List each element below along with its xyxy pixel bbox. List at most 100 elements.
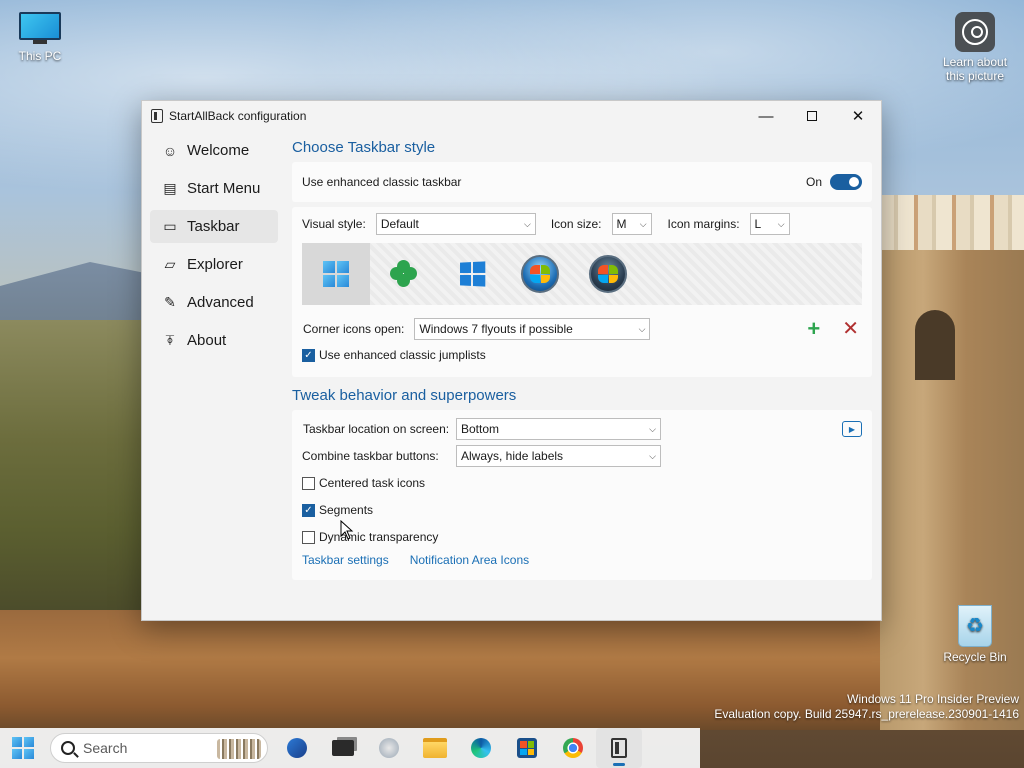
clover-icon [390,260,418,288]
jumplists-label: Use enhanced classic jumplists [319,348,486,362]
insider-icon [287,738,307,758]
style-option-windows-7[interactable] [506,243,574,305]
play-icon[interactable]: ▶ [842,421,862,437]
close-button[interactable]: ✕ [835,101,881,131]
desktop-icon-label: This PC [18,49,62,63]
taskbar-icon: ▭ [163,218,177,234]
taskbar-search-box[interactable]: Search [50,733,268,763]
combine-value: Always, hide labels [461,449,564,463]
taskbar-app-file-explorer[interactable] [412,728,458,768]
taskbar-app-chrome[interactable] [550,728,596,768]
style-option-windows-10[interactable] [438,243,506,305]
enhanced-taskbar-toggle[interactable] [830,174,862,190]
location-value: Bottom [461,422,500,436]
style-option-clover[interactable] [370,243,438,305]
icon-size-select[interactable]: M ⌵ [611,213,652,235]
minimize-button[interactable]: — [743,101,789,131]
search-icon [61,741,75,755]
os-taskbar: Search [0,728,700,768]
task-view-icon [332,740,354,756]
section-title-tweaks: Tweak behavior and superpowers [292,387,517,404]
taskbar-app-startallback[interactable] [596,728,642,768]
windows-7-orb-icon [521,255,559,293]
taskbar-task-view[interactable] [320,728,366,768]
sidebar-item-start-menu[interactable]: ▤ Start Menu [150,172,278,205]
add-icon[interactable]: + [807,318,820,340]
window-title: StartAllBack configuration [169,109,307,123]
settings-content: Choose Taskbar style Use enhanced classi… [292,134,872,585]
windows-vista-orb-icon [589,255,627,293]
sidebar: ☺ Welcome ▤ Start Menu ▭ Taskbar ▱ Explo… [150,134,278,362]
sidebar-item-welcome[interactable]: ☺ Welcome [150,134,278,167]
style-option-windows-11[interactable] [302,243,370,305]
sidebar-item-taskbar[interactable]: ▭ Taskbar [150,210,278,243]
file-explorer-icon [423,738,447,758]
maximize-button[interactable] [789,101,835,131]
close-icon: ✕ [851,108,865,125]
startallback-icon [611,738,627,758]
taskbar-app-store[interactable] [504,728,550,768]
desktop-icon-this-pc[interactable]: This PC [0,12,80,63]
combine-buttons-select[interactable]: Always, hide labels ⌵ [456,445,661,467]
visual-style-card: Visual style: Default ⌵ Icon size: M ⌵ I… [292,207,872,377]
desktop-icon-label: Learn about this picture [942,55,1008,83]
icon-size-value: M [616,217,627,231]
windows-10-icon [460,261,486,287]
chevron-down-icon: ⌵ [777,218,785,229]
combine-label: Combine taskbar buttons: [302,449,439,463]
jumplists-checkbox[interactable]: ✓ [302,348,315,362]
desktop-icon-recycle-bin[interactable]: ♻ Recycle Bin [935,605,1015,664]
icon-margins-select[interactable]: L ⌵ [749,213,790,235]
icon-margins-value: L [754,217,762,231]
sidebar-item-label: About [187,332,227,349]
visual-style-label: Visual style: [302,217,366,231]
style-option-windows-vista[interactable] [574,243,642,305]
location-label: Taskbar location on screen: [303,422,450,436]
startallback-app-icon [151,109,163,123]
about-icon: ⍕ [165,332,175,348]
visual-style-select[interactable]: Default ⌵ [375,213,536,235]
edge-icon [471,738,491,758]
toggle-state-label: On [805,175,822,189]
dynamic-transparency-checkbox[interactable] [302,530,315,544]
chevron-down-icon: ⌵ [649,450,656,461]
wallpaper-town [880,195,1024,275]
wallpaper-valley [0,320,150,620]
centered-icons-label: Centered task icons [319,476,426,490]
camera-icon [955,12,995,52]
minimize-icon: — [758,107,774,125]
sidebar-item-label: Taskbar [187,218,240,235]
corner-icons-value: Windows 7 flyouts if possible [419,322,573,336]
monitor-icon [19,12,61,46]
search-placeholder: Search [83,740,128,756]
explorer-icon: ▱ [164,256,176,272]
title-bar[interactable]: StartAllBack configuration — ✕ [142,101,881,131]
centered-icons-checkbox[interactable] [302,476,315,490]
sidebar-item-advanced[interactable]: ✎ Advanced [150,286,278,319]
notification-area-icons-link[interactable]: Notification Area Icons [410,553,529,567]
taskbar-settings-link[interactable]: Taskbar settings [302,553,389,567]
enhanced-taskbar-card: Use enhanced classic taskbar On [292,162,872,202]
sidebar-item-about[interactable]: ⍕ About [150,324,278,357]
desktop-icon-learn-about-picture[interactable]: Learn about this picture [935,12,1015,83]
taskbar-app-insider[interactable] [274,728,320,768]
wrench-icon: ✎ [164,294,176,310]
taskbar-location-select[interactable]: Bottom ⌵ [456,418,661,440]
chevron-down-icon: ⌵ [638,323,646,334]
maximize-icon [807,111,817,121]
desktop-icon-label: Recycle Bin [943,650,1007,664]
tweaks-card: Taskbar location on screen: Bottom ⌵ ▶ C… [292,410,872,580]
startallback-config-window: StartAllBack configuration — ✕ ☺ Welcome… [141,100,882,621]
sidebar-item-label: Start Menu [187,180,261,197]
segments-checkbox[interactable]: ✓ [302,503,315,517]
taskbar-app-copilot[interactable] [366,728,412,768]
taskbar-app-edge[interactable] [458,728,504,768]
visual-style-value: Default [380,217,419,231]
chevron-down-icon: ⌵ [649,423,656,434]
corner-icons-select[interactable]: Windows 7 flyouts if possible ⌵ [414,318,651,340]
start-button[interactable] [0,728,46,768]
chevron-down-icon: ⌵ [639,218,647,229]
remove-icon[interactable]: ✕ [842,319,859,339]
copilot-icon [379,738,399,758]
sidebar-item-explorer[interactable]: ▱ Explorer [150,248,278,281]
